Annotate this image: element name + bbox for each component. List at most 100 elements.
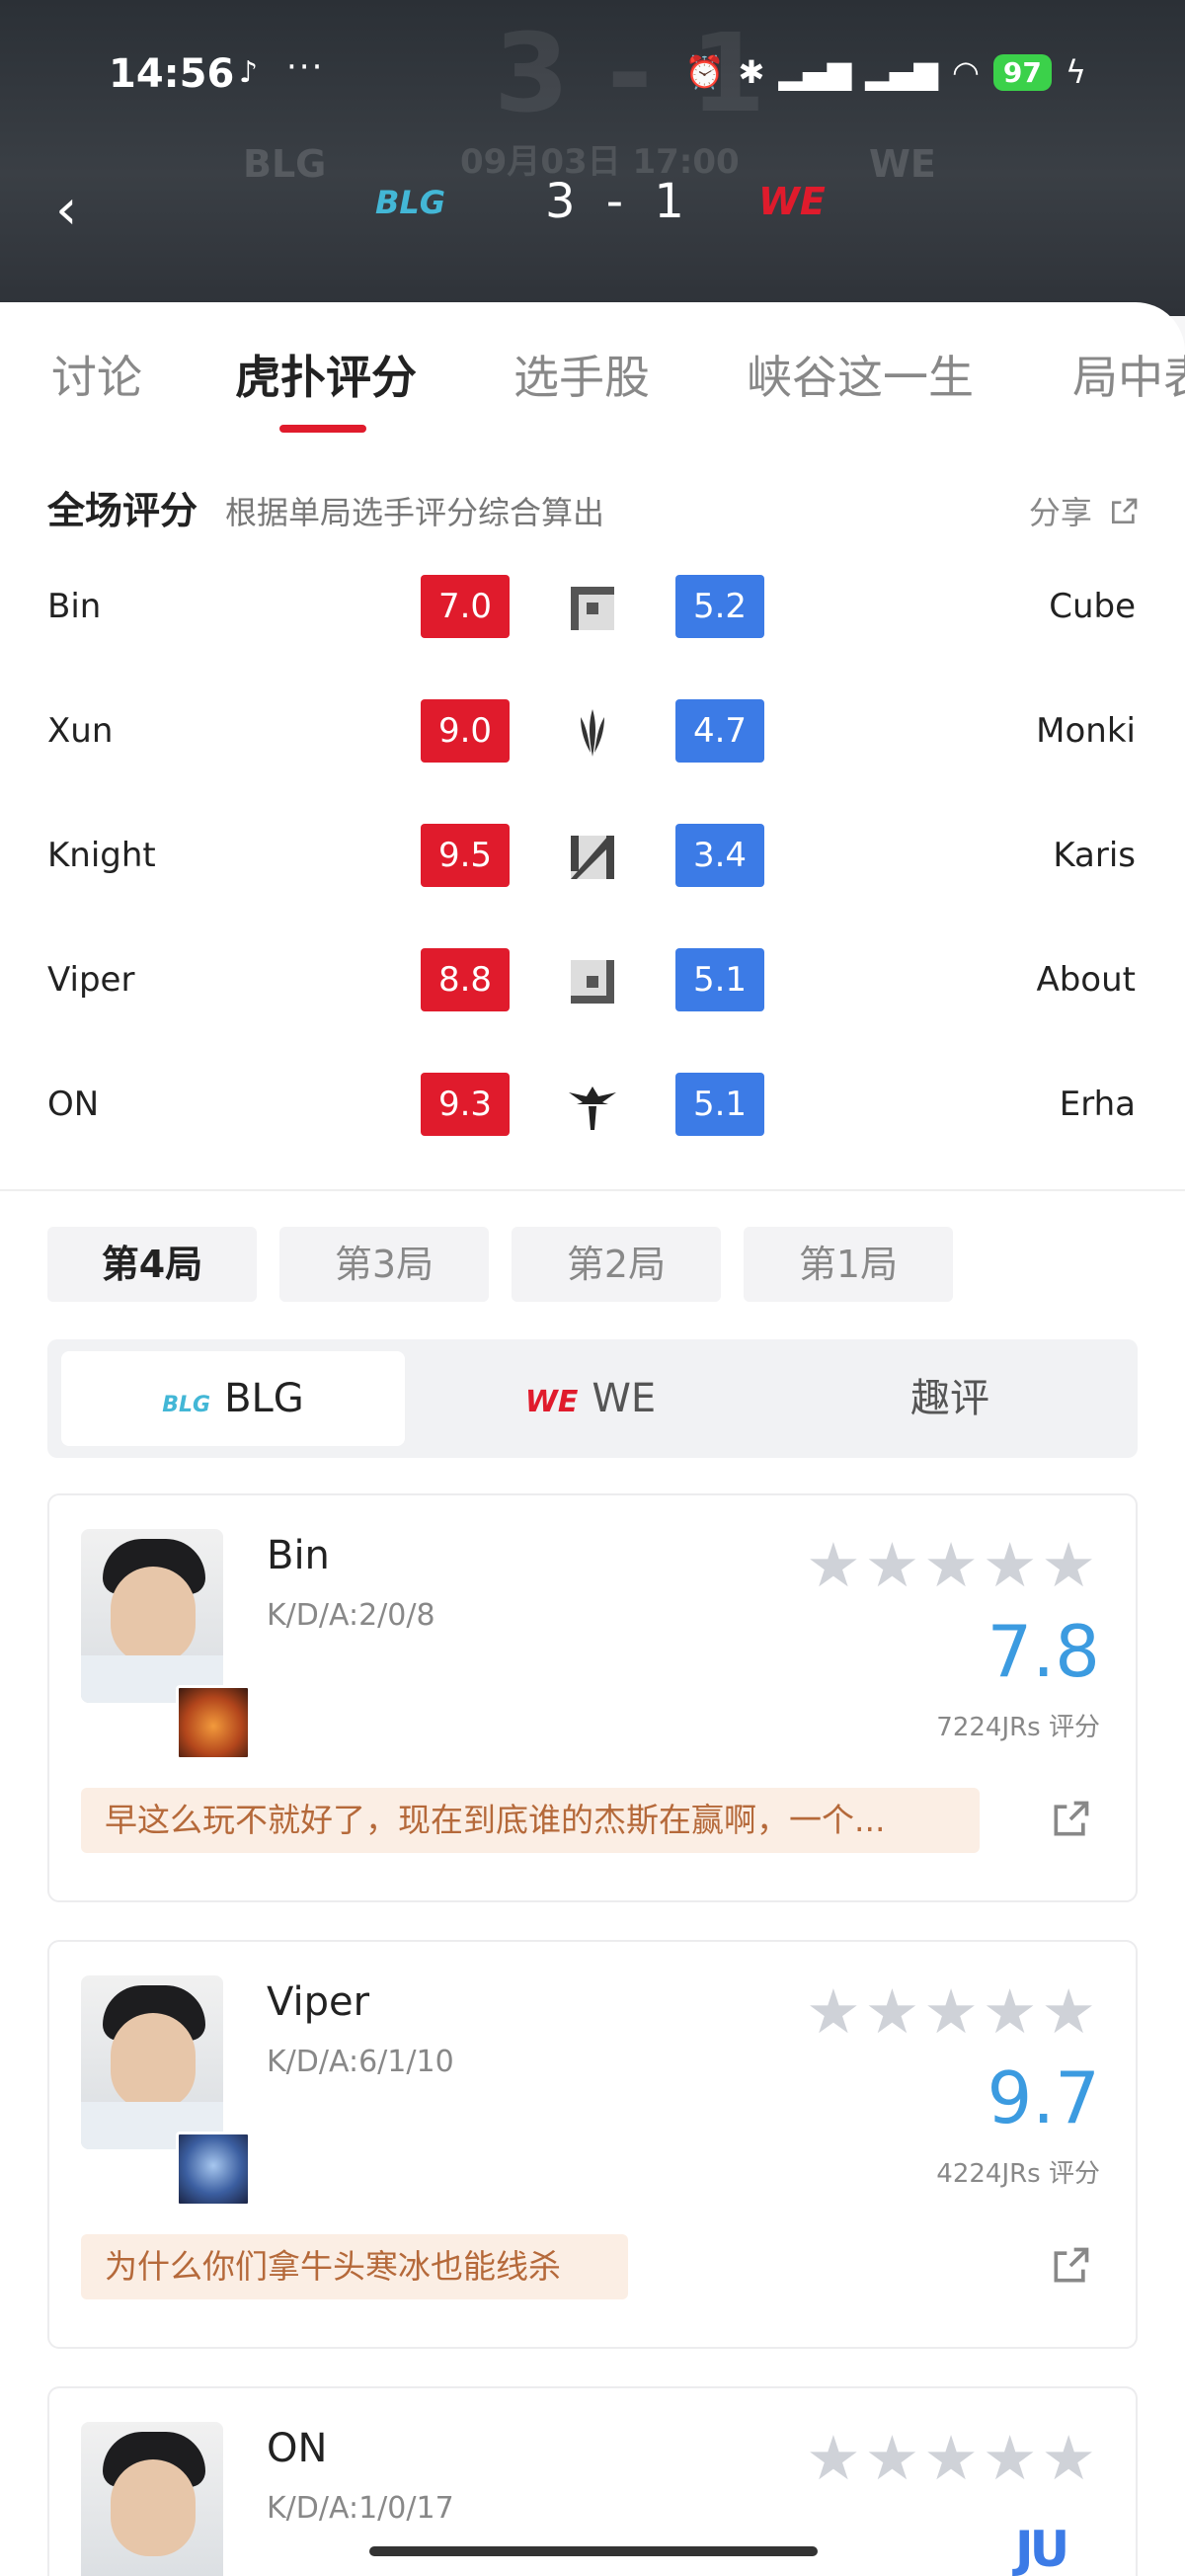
tiktok-icon: ♪ xyxy=(239,55,259,90)
external-link-icon[interactable] xyxy=(1049,2244,1092,2288)
player-name: ON xyxy=(267,2426,328,2471)
segment-we-label: WE xyxy=(592,1376,657,1421)
signal-2-icon: ▂▄▆ xyxy=(865,53,938,91)
battery-icon: 97 xyxy=(992,53,1052,91)
ghost-team-right: WE xyxy=(869,142,936,186)
section-title: 全场评分 xyxy=(47,489,198,532)
blg-logo[interactable]: BLG xyxy=(375,184,445,221)
status-time: 14:56 xyxy=(109,51,235,97)
segment-fun-review[interactable]: 趣评 xyxy=(778,1351,1122,1446)
left-player-name: ON xyxy=(47,1085,100,1124)
top-lane-icon xyxy=(571,587,614,630)
rating-row[interactable]: ON 9.3 5.1 Erha xyxy=(0,1073,1185,1142)
alarm-icon: ⏰ xyxy=(684,53,725,91)
game-4-button[interactable]: 第4局 xyxy=(47,1227,257,1302)
external-link-icon[interactable] xyxy=(1049,1798,1092,1841)
champion-icon xyxy=(176,1685,251,1760)
player-name: Bin xyxy=(267,1533,330,1578)
avatar-face xyxy=(111,2459,196,2556)
rating-row[interactable]: Viper 8.8 5.1 About xyxy=(0,948,1185,1017)
left-score: 9.5 xyxy=(421,824,510,887)
player-card[interactable]: Bin K/D/A:2/0/8 ★★★★★ 7.8 7224JRs 评分 早这么… xyxy=(47,1493,1138,1902)
player-rating: 9.7 xyxy=(987,2056,1100,2139)
left-score: 8.8 xyxy=(421,948,510,1011)
status-bar: 14:56 ♪ ··· ⏰ ✱ ▂▄▆ ▂▄▆ ◠ 97 ϟ xyxy=(109,47,1185,107)
ghost-team-left: BLG xyxy=(243,142,327,186)
left-score: 9.0 xyxy=(421,699,510,763)
right-player-name: About xyxy=(1036,960,1136,1000)
champion-icon xyxy=(176,2132,251,2207)
share-icon xyxy=(1112,498,1138,523)
left-player-name: Knight xyxy=(47,836,156,875)
game-1-button[interactable]: 第1局 xyxy=(744,1227,953,1302)
left-player-name: Viper xyxy=(47,960,135,1000)
jungle-icon xyxy=(581,709,604,757)
tab-player-stock[interactable]: 选手股 xyxy=(514,342,650,407)
right-player-name: Karis xyxy=(1053,836,1136,875)
right-player-name: Cube xyxy=(1049,587,1136,626)
player-kda: K/D/A:6/1/10 xyxy=(267,2045,454,2079)
left-score: 7.0 xyxy=(421,575,510,638)
right-score: 3.4 xyxy=(675,824,764,887)
tab-canyon-life[interactable]: 峡谷这一生 xyxy=(747,342,974,407)
avatar-face xyxy=(111,1567,196,1663)
player-avatar xyxy=(81,1975,223,2149)
right-player-name: Monki xyxy=(1036,711,1136,751)
wifi-icon: ◠ xyxy=(952,53,980,91)
content-panel: 讨论 虎扑评分 选手股 峡谷这一生 局中表 全场评分 根据单局选手评分综合算出 … xyxy=(0,302,1185,2576)
mid-lane-icon xyxy=(571,836,614,879)
game-2-button[interactable]: 第2局 xyxy=(512,1227,721,1302)
player-avatar xyxy=(81,2422,223,2576)
signal-icon: ▂▄▆ xyxy=(778,53,852,91)
support-icon xyxy=(569,1087,616,1130)
vote-count: 4224JRs 评分 xyxy=(936,2159,1100,2189)
section-divider xyxy=(0,1189,1185,1191)
right-score: 5.1 xyxy=(675,1073,764,1136)
more-notifications-icon: ··· xyxy=(286,47,325,87)
top-comment[interactable]: 为什么你们拿牛头寒冰也能线杀 xyxy=(81,2234,628,2299)
rating-stars[interactable]: ★★★★★ xyxy=(806,1529,1100,1601)
rating-stars[interactable]: ★★★★★ xyxy=(806,2422,1100,2494)
player-avatar xyxy=(81,1529,223,1703)
back-icon[interactable]: ‹ xyxy=(55,183,95,238)
tab-hupu-rating[interactable]: 虎扑评分 xyxy=(235,342,417,407)
bot-lane-icon xyxy=(571,960,614,1004)
we-logo[interactable]: WE xyxy=(758,180,826,223)
match-score: 3 - 1 xyxy=(545,174,692,229)
right-player-name: Erha xyxy=(1059,1085,1136,1124)
left-player-name: Bin xyxy=(47,587,102,626)
status-icons: ⏰ ✱ ▂▄▆ ▂▄▆ ◠ 97 ϟ xyxy=(685,53,1086,91)
home-indicator[interactable] xyxy=(369,2546,818,2556)
match-header: 3 - 1 09月03日 17:00 BLG WE 14:56 ♪ ··· ⏰ … xyxy=(0,0,1185,316)
player-card[interactable]: Viper K/D/A:6/1/10 ★★★★★ 9.7 4224JRs 评分 … xyxy=(47,1940,1138,2349)
tab-discussion[interactable]: 讨论 xyxy=(51,342,142,407)
player-kda: K/D/A:2/0/8 xyxy=(267,1598,435,1633)
vote-count: 7224JRs 评分 xyxy=(936,1713,1100,1742)
segment-we[interactable]: WE WE xyxy=(419,1351,762,1446)
left-score: 9.3 xyxy=(421,1073,510,1136)
section-subtitle: 根据单局选手评分综合算出 xyxy=(225,494,605,531)
rating-row[interactable]: Xun 9.0 4.7 Monki xyxy=(0,699,1185,768)
top-comment[interactable]: 早这么玩不就好了，现在到底谁的杰斯在赢啊，一个... xyxy=(81,1788,980,1853)
game-3-button[interactable]: 第3局 xyxy=(279,1227,489,1302)
share-label: 分享 xyxy=(1028,494,1092,531)
rating-row[interactable]: Bin 7.0 5.2 Cube xyxy=(0,575,1185,644)
rating-stars[interactable]: ★★★★★ xyxy=(806,1975,1100,2048)
right-score: 5.1 xyxy=(675,948,764,1011)
right-score: 4.7 xyxy=(675,699,764,763)
we-small-logo: WE xyxy=(524,1385,579,1419)
tab-in-game-table[interactable]: 局中表 xyxy=(1072,342,1185,407)
segment-blg[interactable]: BLG BLG xyxy=(61,1351,405,1446)
player-name: Viper xyxy=(267,1979,370,2025)
active-tab-indicator xyxy=(279,425,366,433)
player-rating: 7.8 xyxy=(987,1610,1100,1693)
blg-small-logo: BLG xyxy=(162,1393,211,1417)
rating-row[interactable]: Knight 9.5 3.4 Karis xyxy=(0,824,1185,893)
charging-icon: ϟ xyxy=(1065,53,1086,91)
share-button[interactable]: 分享 xyxy=(1029,488,1140,533)
team-segment-control: BLG BLG WE WE 趣评 xyxy=(47,1339,1138,1458)
right-score: 5.2 xyxy=(675,575,764,638)
left-player-name: Xun xyxy=(47,711,114,751)
avatar-face xyxy=(111,2013,196,2110)
player-kda: K/D/A:1/0/17 xyxy=(267,2491,454,2526)
